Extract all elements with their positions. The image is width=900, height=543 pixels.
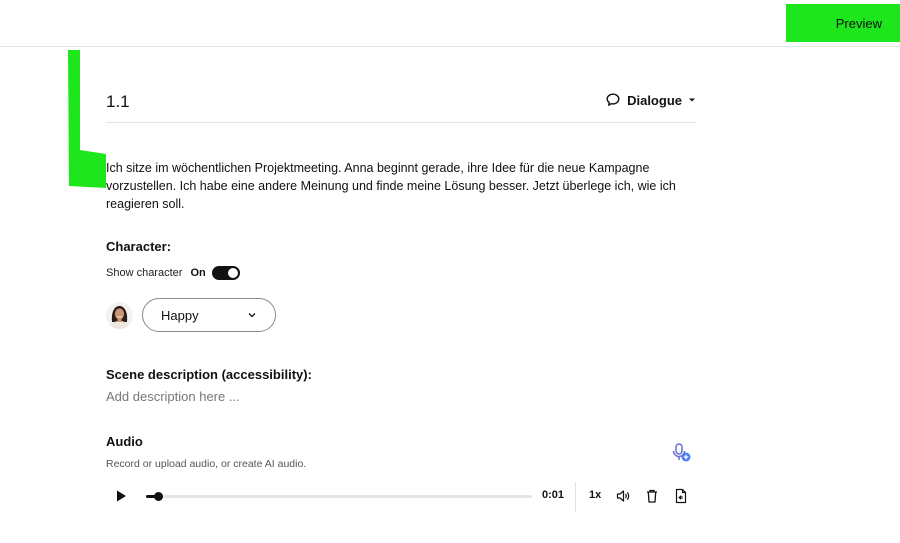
toggle-state-label: On [190, 267, 206, 279]
audio-progress-thumb[interactable] [153, 492, 163, 501]
audio-time: 0:01 [542, 489, 565, 501]
audio-player: 0:01 1x [106, 480, 696, 514]
character-avatar [106, 302, 133, 329]
scene-description-heading: Scene description (accessibility): [106, 367, 312, 382]
transcript-file-icon[interactable] [673, 488, 689, 504]
show-character-row: Show character On [106, 266, 240, 280]
audio-heading: Audio [106, 434, 143, 449]
slide-header: 1.1 Dialogue [106, 88, 696, 123]
emotion-select[interactable]: Happy [142, 298, 276, 332]
audio-hint: Record or upload audio, or create AI aud… [106, 458, 307, 470]
trash-icon[interactable] [644, 488, 660, 504]
show-character-toggle[interactable] [211, 266, 240, 280]
slide-type-label: Dialogue [627, 92, 682, 108]
chevron-down-icon [247, 308, 257, 323]
slide-number: 1.1 [106, 92, 130, 111]
character-heading: Character: [106, 239, 172, 254]
show-character-label: Show character [106, 267, 183, 279]
microphone-add-icon[interactable] [670, 442, 692, 464]
emotion-value: Happy [161, 307, 199, 323]
scene-text[interactable]: Ich sitze im wöchentlichen Projektmeetin… [106, 159, 696, 213]
toggle-knob [226, 267, 239, 279]
playback-speed-button[interactable]: 1x [589, 489, 601, 501]
volume-icon[interactable] [615, 488, 631, 504]
green-highlight-mark [68, 50, 106, 188]
top-bar: Preview [0, 0, 900, 47]
audio-progress-track[interactable] [146, 492, 532, 501]
preview-button[interactable]: Preview [786, 4, 900, 42]
caret-down-icon [688, 96, 696, 104]
slide-type-dropdown[interactable]: Dialogue [605, 92, 696, 108]
player-divider [575, 482, 576, 512]
play-icon[interactable] [114, 489, 128, 503]
scene-description-input[interactable] [106, 389, 506, 404]
speech-bubble-icon [605, 92, 621, 108]
